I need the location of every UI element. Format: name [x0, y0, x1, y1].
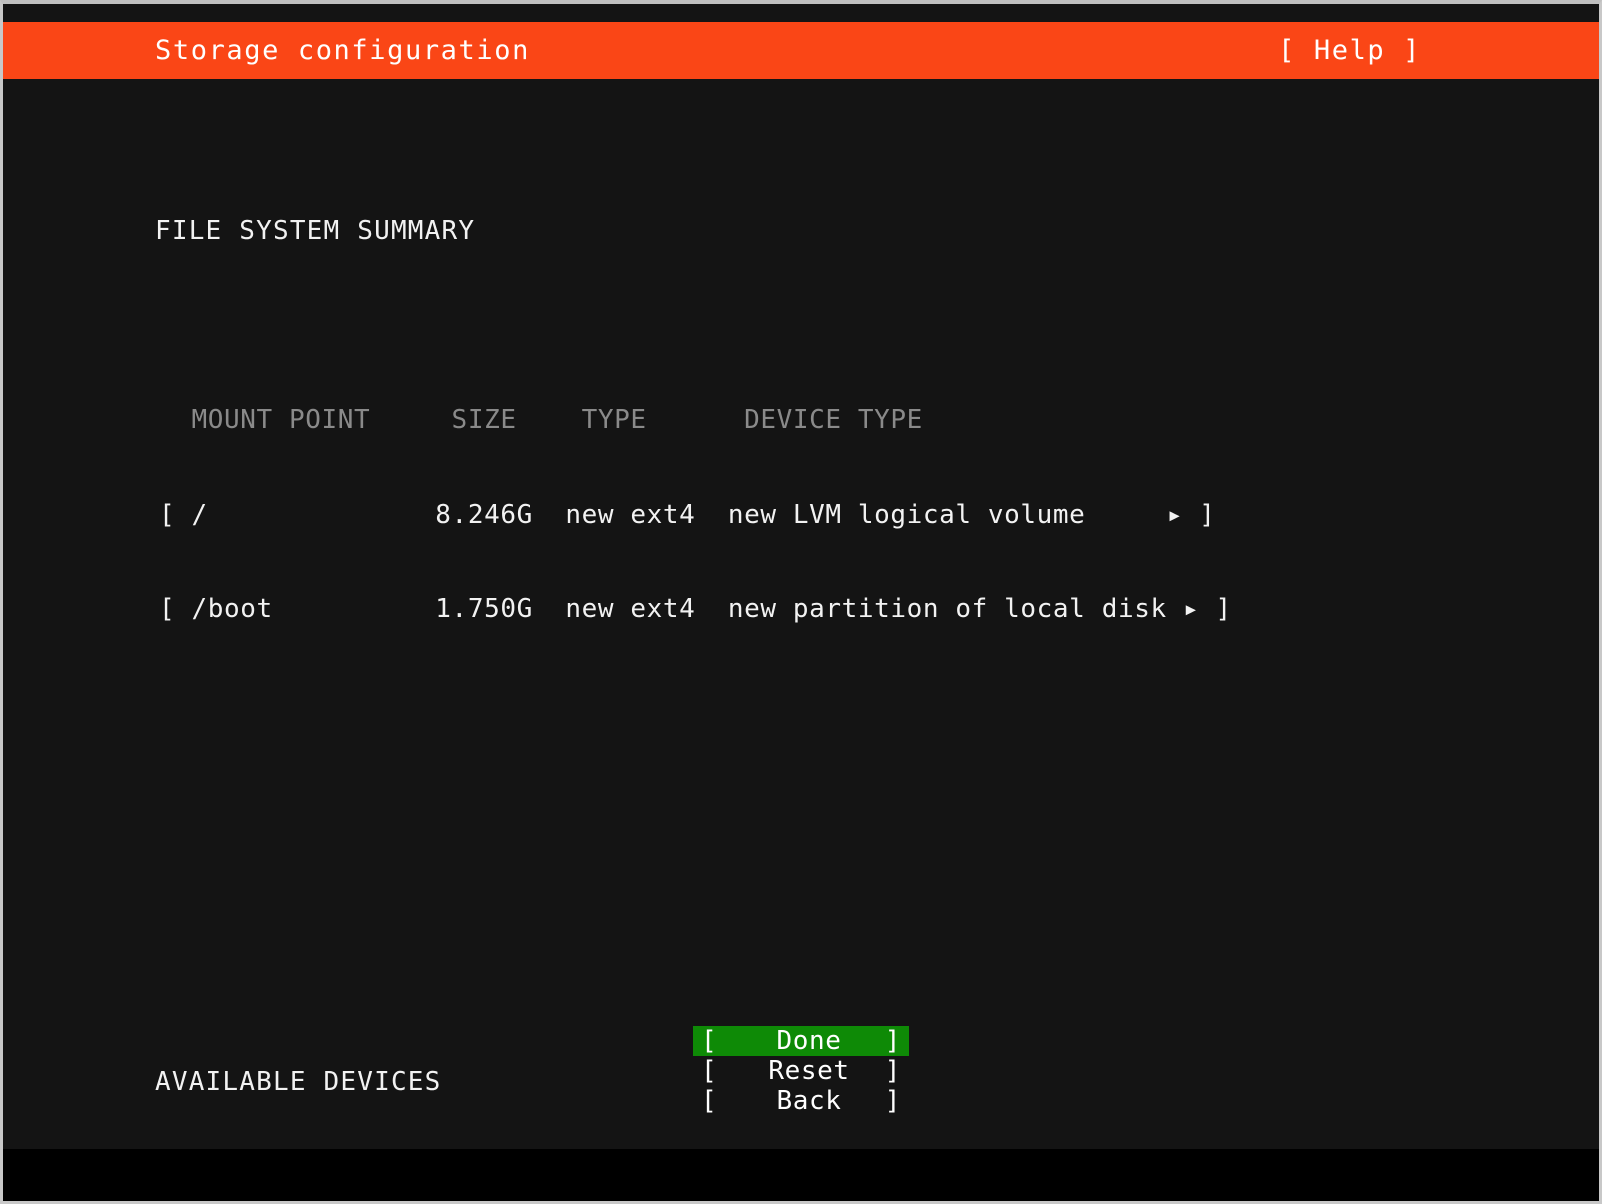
bottom-black-strip: [3, 1149, 1599, 1177]
reset-button[interactable]: [ Reset ]: [693, 1056, 909, 1086]
reset-button-label: Reset: [768, 1056, 850, 1086]
bracket-open: [: [701, 1056, 718, 1086]
filesystem-summary-heading: FILE SYSTEM SUMMARY: [155, 216, 476, 246]
bracket-open: [: [701, 1026, 718, 1056]
page-title: Storage configuration: [155, 35, 530, 66]
bracket-close: ]: [884, 1086, 901, 1116]
action-buttons: [ Done ] [ Reset ] [ Back ]: [3, 1026, 1599, 1116]
content-area: FILE SYSTEM SUMMARY MOUNT POINT SIZE TYP…: [3, 90, 1599, 1177]
done-button[interactable]: [ Done ]: [693, 1026, 909, 1056]
bracket-open: [: [701, 1086, 718, 1116]
installer-console: Storage configuration [ Help ] FILE SYST…: [3, 4, 1599, 1177]
filesystem-row-boot[interactable]: [ /boot 1.750G new ext4 new partition of…: [159, 594, 1599, 626]
done-button-label: Done: [776, 1026, 842, 1056]
back-button-label: Back: [776, 1086, 842, 1116]
filesystem-summary-column-headers: MOUNT POINT SIZE TYPE DEVICE TYPE: [159, 405, 923, 435]
terminal-screen: Storage configuration [ Help ] FILE SYST…: [0, 0, 1602, 1204]
help-button[interactable]: [ Help ]: [1278, 37, 1421, 64]
filesystem-row-root[interactable]: [ / 8.246G new ext4 new LVM logical volu…: [159, 500, 1599, 532]
bracket-close: ]: [884, 1056, 901, 1086]
back-button[interactable]: [ Back ]: [693, 1086, 909, 1116]
bracket-close: ]: [884, 1026, 901, 1056]
header-bar: Storage configuration [ Help ]: [3, 22, 1599, 79]
